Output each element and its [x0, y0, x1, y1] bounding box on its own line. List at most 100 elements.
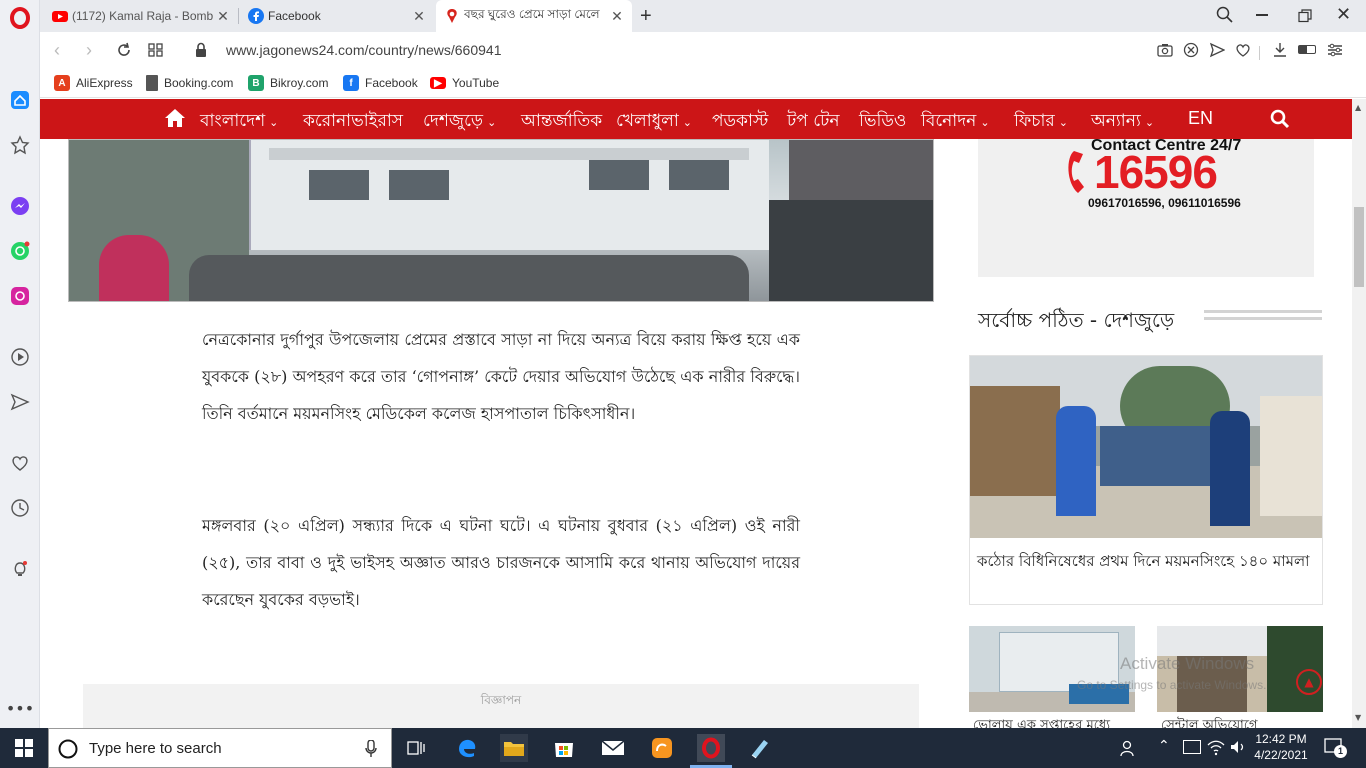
- tab-youtube[interactable]: (1172) Kamal Raja - Bomb B ✕: [44, 0, 238, 32]
- home-icon[interactable]: [8, 88, 32, 112]
- tab-divider: [238, 8, 239, 24]
- nav-video[interactable]: ভিডিও: [859, 108, 906, 136]
- contact-centre-box: Contact Centre 24/7 16596 09617016596, 0…: [978, 137, 1314, 277]
- player-icon[interactable]: [8, 345, 32, 369]
- windows-taskbar: Type here to search ⌃ 12:42 PM 4/22/2021: [0, 728, 1366, 768]
- bookmark-heart-icon[interactable]: [1235, 42, 1251, 62]
- bookmark-aliexpress[interactable]: A AliExpress: [54, 74, 133, 92]
- send-icon[interactable]: [8, 390, 32, 414]
- store-icon[interactable]: [550, 734, 578, 762]
- battery-saver-icon[interactable]: [1298, 45, 1316, 54]
- battery-icon[interactable]: [1183, 740, 1201, 754]
- lock-icon[interactable]: [195, 42, 207, 62]
- nav-international[interactable]: আন্তর্জাতিক: [521, 108, 602, 136]
- reload-icon[interactable]: [116, 42, 132, 62]
- youtube-icon: ▶: [430, 77, 446, 89]
- window-close-icon[interactable]: ✕: [1336, 4, 1351, 25]
- uc-browser-icon[interactable]: [648, 734, 676, 762]
- chevron-down-icon: ⌄: [487, 116, 497, 129]
- volume-icon[interactable]: [1229, 738, 1247, 760]
- heading-rule: [1204, 310, 1322, 313]
- search-tabs-icon[interactable]: [1216, 6, 1234, 28]
- nav-sports[interactable]: খেলাধুলা ⌄: [616, 108, 692, 136]
- tab-title: Facebook: [268, 9, 321, 23]
- chevron-down-icon: ⌄: [980, 116, 990, 129]
- nav-podcast[interactable]: পডকাস্ট: [712, 108, 768, 136]
- bookmark-facebook[interactable]: f Facebook: [343, 74, 418, 92]
- action-center-icon[interactable]: 1: [1324, 737, 1347, 761]
- windows-start-icon[interactable]: [10, 734, 38, 762]
- address-bar-row: ‹ › www.jagonews24.com/country/news/6609…: [40, 32, 1366, 68]
- close-icon[interactable]: ✕: [610, 8, 624, 25]
- instagram-icon[interactable]: [8, 284, 32, 308]
- more-options-icon[interactable]: •••: [6, 696, 34, 720]
- small-story-title[interactable]: ভোলায় এক সপ্তাহের মধ্যে: [973, 716, 1110, 728]
- nav-entertainment[interactable]: বিনোদন ⌄: [921, 108, 990, 136]
- page-scrollbar[interactable]: ▲ ▼: [1352, 99, 1366, 728]
- close-icon[interactable]: ✕: [216, 8, 230, 25]
- url-field[interactable]: www.jagonews24.com/country/news/660941: [226, 42, 502, 58]
- tab-facebook[interactable]: Facebook ✕: [240, 0, 434, 32]
- scroll-up-icon[interactable]: ▲: [1355, 103, 1361, 112]
- lightbulb-icon[interactable]: [8, 557, 32, 581]
- bookmark-label: AliExpress: [76, 76, 133, 90]
- nav-coronavirus[interactable]: করোনাভাইরাস: [303, 108, 403, 136]
- small-story-card[interactable]: ভোলায় এক সপ্তাহের মধ্যে: [969, 626, 1135, 728]
- taskbar-search-box[interactable]: Type here to search: [48, 728, 392, 768]
- scrollbar-thumb[interactable]: [1354, 207, 1364, 287]
- minimize-icon[interactable]: [1256, 14, 1268, 16]
- bookmark-bikroy[interactable]: B Bikroy.com: [248, 74, 328, 92]
- most-read-card[interactable]: কঠোর বিধিনিষেধের প্রথম দিনে ময়মনসিংহে ১…: [969, 355, 1323, 605]
- activate-windows-title: Activate Windows: [1120, 654, 1255, 673]
- contact-number: 16596: [1094, 146, 1218, 198]
- speed-dial-icon[interactable]: [8, 133, 32, 157]
- jagonews-icon: [447, 9, 457, 23]
- notes-app-icon[interactable]: [746, 734, 774, 762]
- adblock-icon[interactable]: [1183, 42, 1199, 62]
- nav-bangladesh[interactable]: বাংলাদেশ ⌄: [200, 108, 278, 136]
- tab-grid-icon[interactable]: [148, 42, 164, 62]
- back-icon[interactable]: ‹: [54, 40, 60, 61]
- tray-expand-icon[interactable]: ⌃: [1158, 738, 1170, 754]
- restore-icon[interactable]: [1298, 8, 1312, 27]
- taskbar-clock[interactable]: 12:42 PM 4/22/2021: [1253, 731, 1309, 763]
- cortana-icon: [58, 739, 78, 759]
- article-hero-image: [68, 139, 934, 302]
- heading-rule: [1204, 317, 1322, 320]
- close-icon[interactable]: ✕: [412, 8, 426, 25]
- back-to-top-icon[interactable]: ▲: [1296, 669, 1322, 695]
- bookmark-booking[interactable]: Booking.com: [146, 74, 233, 92]
- download-icon[interactable]: [1272, 42, 1288, 62]
- opera-taskbar-icon[interactable]: [697, 734, 725, 762]
- new-tab-button[interactable]: +: [640, 5, 652, 28]
- heart-icon[interactable]: [8, 451, 32, 475]
- forward-icon[interactable]: ›: [86, 40, 92, 61]
- easy-setup-icon[interactable]: [1327, 42, 1343, 62]
- tab-title: (1172) Kamal Raja - Bomb B: [72, 9, 216, 23]
- scroll-down-icon[interactable]: ▼: [1355, 713, 1361, 722]
- nav-others[interactable]: অন্যান্য ⌄: [1091, 108, 1154, 136]
- nav-feature[interactable]: ফিচার ⌄: [1014, 108, 1068, 136]
- search-icon[interactable]: [1270, 109, 1290, 133]
- history-icon[interactable]: [8, 496, 32, 520]
- opera-logo-icon[interactable]: [8, 6, 32, 30]
- nav-countrywide[interactable]: দেশজুড়ে ⌄: [423, 108, 496, 136]
- file-explorer-icon[interactable]: [500, 734, 528, 762]
- small-story-title[interactable]: সেন্টাল অভিযোগে: [1161, 716, 1258, 728]
- share-icon[interactable]: [1209, 42, 1226, 62]
- most-read-title[interactable]: কঠোর বিধিনিষেধের প্রথম দিনে ময়মনসিংহে ১…: [977, 548, 1317, 574]
- tab-jagonews[interactable]: বছর ঘুরেও প্রেমে সাড়া মেলে ✕: [436, 0, 632, 32]
- task-view-icon[interactable]: [402, 734, 430, 762]
- whatsapp-icon[interactable]: [8, 239, 32, 263]
- home-icon[interactable]: [164, 108, 186, 132]
- messenger-icon[interactable]: [8, 194, 32, 218]
- language-toggle[interactable]: EN: [1188, 108, 1213, 129]
- edge-icon[interactable]: [453, 734, 481, 762]
- mail-icon[interactable]: [599, 734, 627, 762]
- camera-icon[interactable]: [1157, 42, 1173, 62]
- people-icon[interactable]: [1120, 739, 1138, 761]
- wifi-icon[interactable]: [1207, 738, 1225, 760]
- nav-top-ten[interactable]: টপ টেন: [787, 108, 840, 136]
- bookmark-youtube[interactable]: ▶ YouTube: [430, 74, 499, 92]
- microphone-icon[interactable]: [365, 740, 377, 758]
